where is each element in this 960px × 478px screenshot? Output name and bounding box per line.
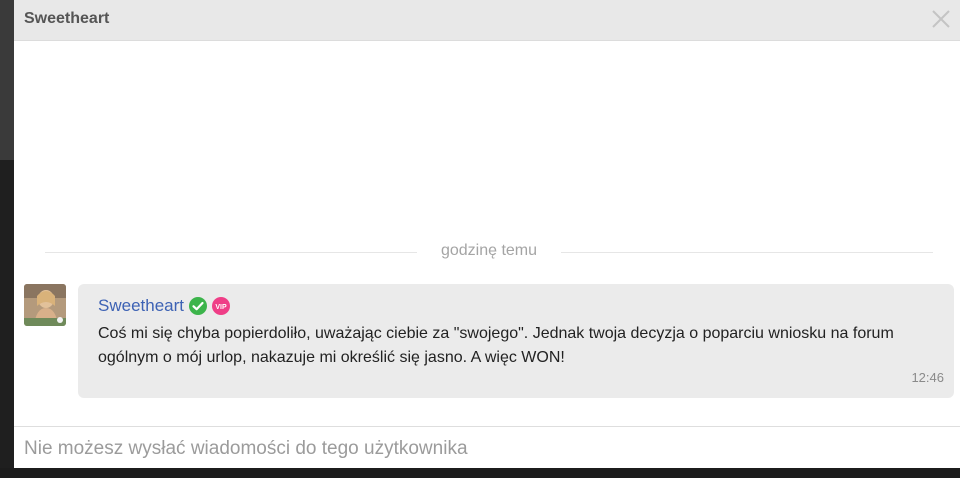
- dialog-titlebar: Sweetheart: [14, 0, 960, 41]
- divider-line-right: [561, 252, 933, 253]
- time-divider: godzinę temu: [45, 242, 933, 262]
- message-text: Coś mi się chyba popierdoliło, uważając …: [98, 325, 894, 366]
- time-divider-label: godzinę temu: [440, 242, 538, 259]
- page-backdrop-bottom: [0, 468, 960, 478]
- close-icon[interactable]: [930, 8, 952, 30]
- message-header: Sweetheart VIP: [98, 295, 230, 317]
- page-backdrop: [0, 0, 14, 478]
- verified-check-icon: [189, 297, 207, 315]
- divider-line-left: [45, 252, 417, 253]
- message-bubble: Sweetheart VIP Coś mi się chyba popierdo…: [78, 284, 954, 398]
- sender-avatar[interactable]: [24, 284, 66, 326]
- cannot-message-notice: Nie możesz wysłać wiadomości do tego uży…: [24, 438, 468, 459]
- chat-dialog: Sweetheart godzinę temu Sweetheart VIP C…: [14, 0, 960, 468]
- message-timestamp: 12:46: [911, 370, 944, 385]
- sender-name-link[interactable]: Sweetheart: [98, 296, 184, 316]
- vip-badge-icon: VIP: [212, 297, 230, 315]
- vip-badge-label: VIP: [215, 304, 227, 311]
- composer-disabled-notice: Nie możesz wysłać wiadomości do tego uży…: [14, 426, 960, 468]
- dialog-title: Sweetheart: [24, 10, 110, 27]
